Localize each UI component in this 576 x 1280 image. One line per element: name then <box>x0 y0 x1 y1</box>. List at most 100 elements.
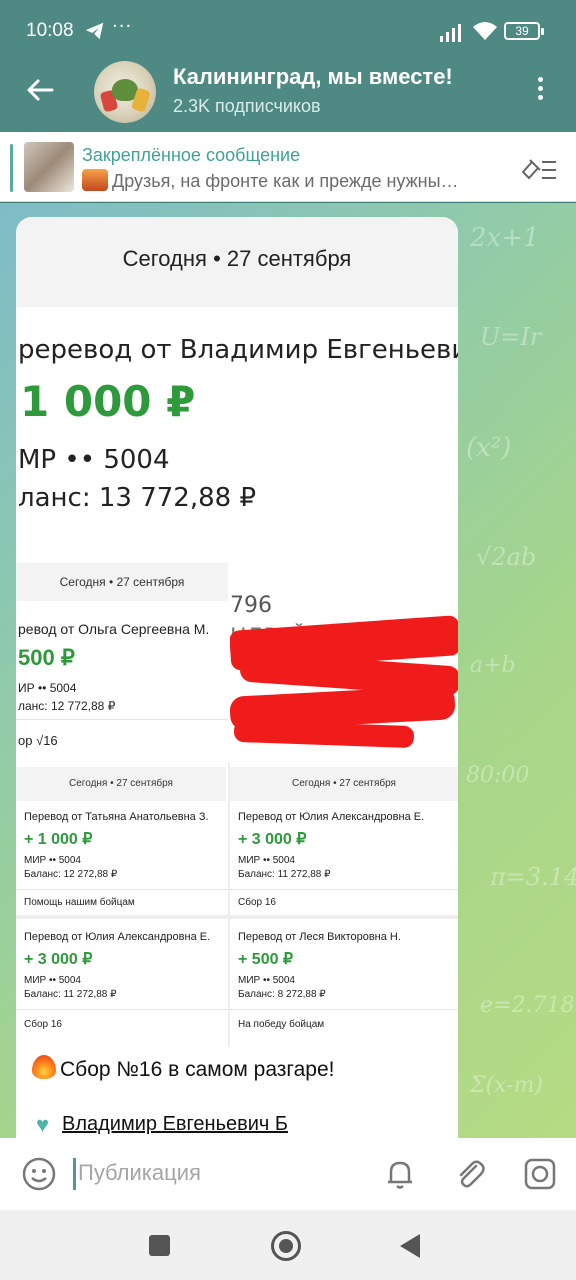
recents-button[interactable] <box>149 1235 170 1256</box>
receipt-balance: ланс: 13 772,88 ₽ <box>18 483 256 513</box>
status-bar: 10:08 ··· 39 <box>0 0 576 60</box>
receipt-sender: Перевод от Юлия Александровна Е. <box>238 811 425 823</box>
fire-emoji-icon <box>32 1055 56 1079</box>
receipt-balance: Баланс: 11 272,88 ₽ <box>238 869 331 880</box>
battery-icon: 39 <box>504 22 544 40</box>
divider <box>16 889 228 890</box>
receipt-date: Сегодня • 27 сентября <box>16 563 228 601</box>
doodle: 2x+1 <box>470 223 540 253</box>
message-text: Сбор №16 в самом разгаре! <box>60 1058 335 1081</box>
heart-emoji-icon: ♥ <box>36 1112 50 1137</box>
divider <box>228 763 230 1047</box>
receipt-left: Сегодня • 27 сентября ревод от Ольга Сер… <box>16 563 228 759</box>
channel-avatar[interactable] <box>94 61 156 123</box>
receipt-card: МР •• 5004 <box>18 445 170 475</box>
doodle: a+b <box>470 653 516 678</box>
receipt-card: ИР •• 5004 <box>18 681 77 695</box>
receipt-card: МИР •• 5004 <box>238 855 295 866</box>
divider <box>230 1009 458 1010</box>
bell-icon[interactable] <box>382 1156 418 1192</box>
composer-bar: Публикация <box>0 1138 576 1210</box>
doodle: e=2.718 <box>480 993 575 1018</box>
receipt-q1-note-row: Помощь нашим бойцам <box>16 889 228 917</box>
receipt-q3: Перевод от Юлия Александровна Е. + 3 000… <box>16 917 228 1037</box>
receipt-sender: Перевод от Юлия Александровна Е. <box>24 931 211 943</box>
pinned-text: Друзья, на фронте как и прежде нужны… <box>112 171 459 191</box>
home-button[interactable] <box>271 1231 301 1261</box>
receipt-balance: ланс: 12 772,88 ₽ <box>18 699 116 713</box>
doodle: 80:00 <box>466 763 530 788</box>
receipt-note: Сбор 16 <box>238 897 276 908</box>
more-notifications-icon: ··· <box>112 16 133 37</box>
receipt-q1: Сегодня • 27 сентября Перевод от Татьяна… <box>16 767 228 887</box>
telegram-icon <box>85 22 104 40</box>
receipt-balance: Баланс: 8 272,88 ₽ <box>238 989 326 1000</box>
receipt-date: Сегодня • 27 сентября <box>16 767 226 801</box>
message-input[interactable]: Публикация <box>78 1160 201 1186</box>
pinned-message-bar[interactable]: Закреплённое сообщение Друзья, на фронте… <box>0 132 576 202</box>
receipt-note: Сбор 16 <box>24 1019 62 1030</box>
wifi-icon <box>473 22 497 40</box>
top-bar: 10:08 ··· 39 Калининград, мы вместе! 2.3… <box>0 0 576 132</box>
divider <box>230 889 458 890</box>
back-button[interactable] <box>400 1234 420 1258</box>
message-link[interactable]: Владимир Евгеньевич Б <box>62 1113 288 1135</box>
receipt-card: МИР •• 5004 <box>24 855 81 866</box>
receipt-main: Сегодня • 27 сентября реревод от Владими… <box>16 217 458 535</box>
receipt-q2: Сегодня • 27 сентября Перевод от Юлия Ал… <box>230 767 458 887</box>
divider <box>16 915 458 919</box>
receipt-amount: 500 ₽ <box>18 645 75 670</box>
pinned-thumbnail <box>24 142 74 192</box>
divider <box>16 1009 228 1010</box>
receipt-q2-note-row: Сбор 16 <box>230 889 458 917</box>
message-text-line1: Сбор №16 в самом разгаре! <box>32 1055 452 1082</box>
attach-icon[interactable] <box>452 1156 488 1192</box>
pinned-title: Закреплённое сообщение <box>82 145 301 165</box>
receipt-note: Помощь нашим бойцам <box>24 897 135 908</box>
receipt-balance: Баланс: 11 272,88 ₽ <box>24 989 117 1000</box>
more-menu-icon[interactable] <box>526 74 554 106</box>
receipt-card: МИР •• 5004 <box>238 975 295 986</box>
receipt-note: ор √16 <box>18 733 58 748</box>
redacted-number: 796 <box>230 593 272 618</box>
message-image[interactable]: Сегодня • 27 сентября реревод от Владими… <box>16 217 458 1047</box>
redaction-scribble <box>233 719 415 749</box>
status-time: 10:08 <box>26 20 74 41</box>
receipt-q4: Перевод от Леся Викторовна Н. + 500 ₽ МИ… <box>230 917 458 1037</box>
back-arrow-icon[interactable] <box>24 74 56 106</box>
emoji-icon[interactable] <box>22 1157 56 1191</box>
doodle: Σ(x-m) <box>470 1073 544 1098</box>
receipt-sender: ревод от Ольга Сергеевна М. <box>18 621 210 637</box>
signal-icon <box>440 24 461 42</box>
fire-emoji-icon <box>82 169 108 191</box>
message-bubble[interactable]: Сегодня • 27 сентября реревод от Владими… <box>16 217 458 1138</box>
receipt-sender: реревод от Владимир Евгеньевич Б <box>18 335 458 365</box>
pinned-list-icon[interactable] <box>520 154 558 182</box>
channel-title[interactable]: Калининград, мы вместе! <box>173 64 503 90</box>
receipt-note: На победу бойцам <box>238 1019 325 1030</box>
doodle: U=Ir <box>480 323 542 351</box>
chat-area[interactable]: 2x+1 U=Ir (x²) √2ab a+b 80:00 π=3.14 e=2… <box>0 203 576 1138</box>
receipt-sender: Перевод от Татьяна Анатольевна З. <box>24 811 209 823</box>
receipt-amount: + 1 000 ₽ <box>24 831 93 848</box>
camera-icon[interactable] <box>522 1156 558 1192</box>
receipt-card: МИР •• 5004 <box>24 975 81 986</box>
receipt-amount: + 3 000 ₽ <box>24 951 93 968</box>
receipt-amount: 1 000 ₽ <box>20 377 196 426</box>
subscriber-count: 2.3K подписчиков <box>173 96 321 116</box>
doodle: √2ab <box>476 543 537 571</box>
text-caret <box>73 1158 76 1190</box>
receipt-date: Сегодня • 27 сентября <box>122 246 352 271</box>
receipt-date: Сегодня • 27 сентября <box>230 767 458 801</box>
receipt-amount: + 500 ₽ <box>238 951 294 968</box>
receipt-balance: Баланс: 12 272,88 ₽ <box>24 869 118 880</box>
doodle: (x²) <box>466 433 512 463</box>
divider <box>16 719 228 720</box>
message-text-line2: ♥ Владимир Евгеньевич Б <box>36 1113 456 1136</box>
pinned-indicator <box>10 144 13 192</box>
receipt-amount: + 3 000 ₽ <box>238 831 307 848</box>
receipt-sender: Перевод от Леся Викторовна Н. <box>238 931 401 943</box>
doodle: π=3.14 <box>490 863 576 891</box>
redacted-area: 796 НДРЕЙ <box>230 563 458 759</box>
system-nav-bar <box>0 1210 576 1280</box>
